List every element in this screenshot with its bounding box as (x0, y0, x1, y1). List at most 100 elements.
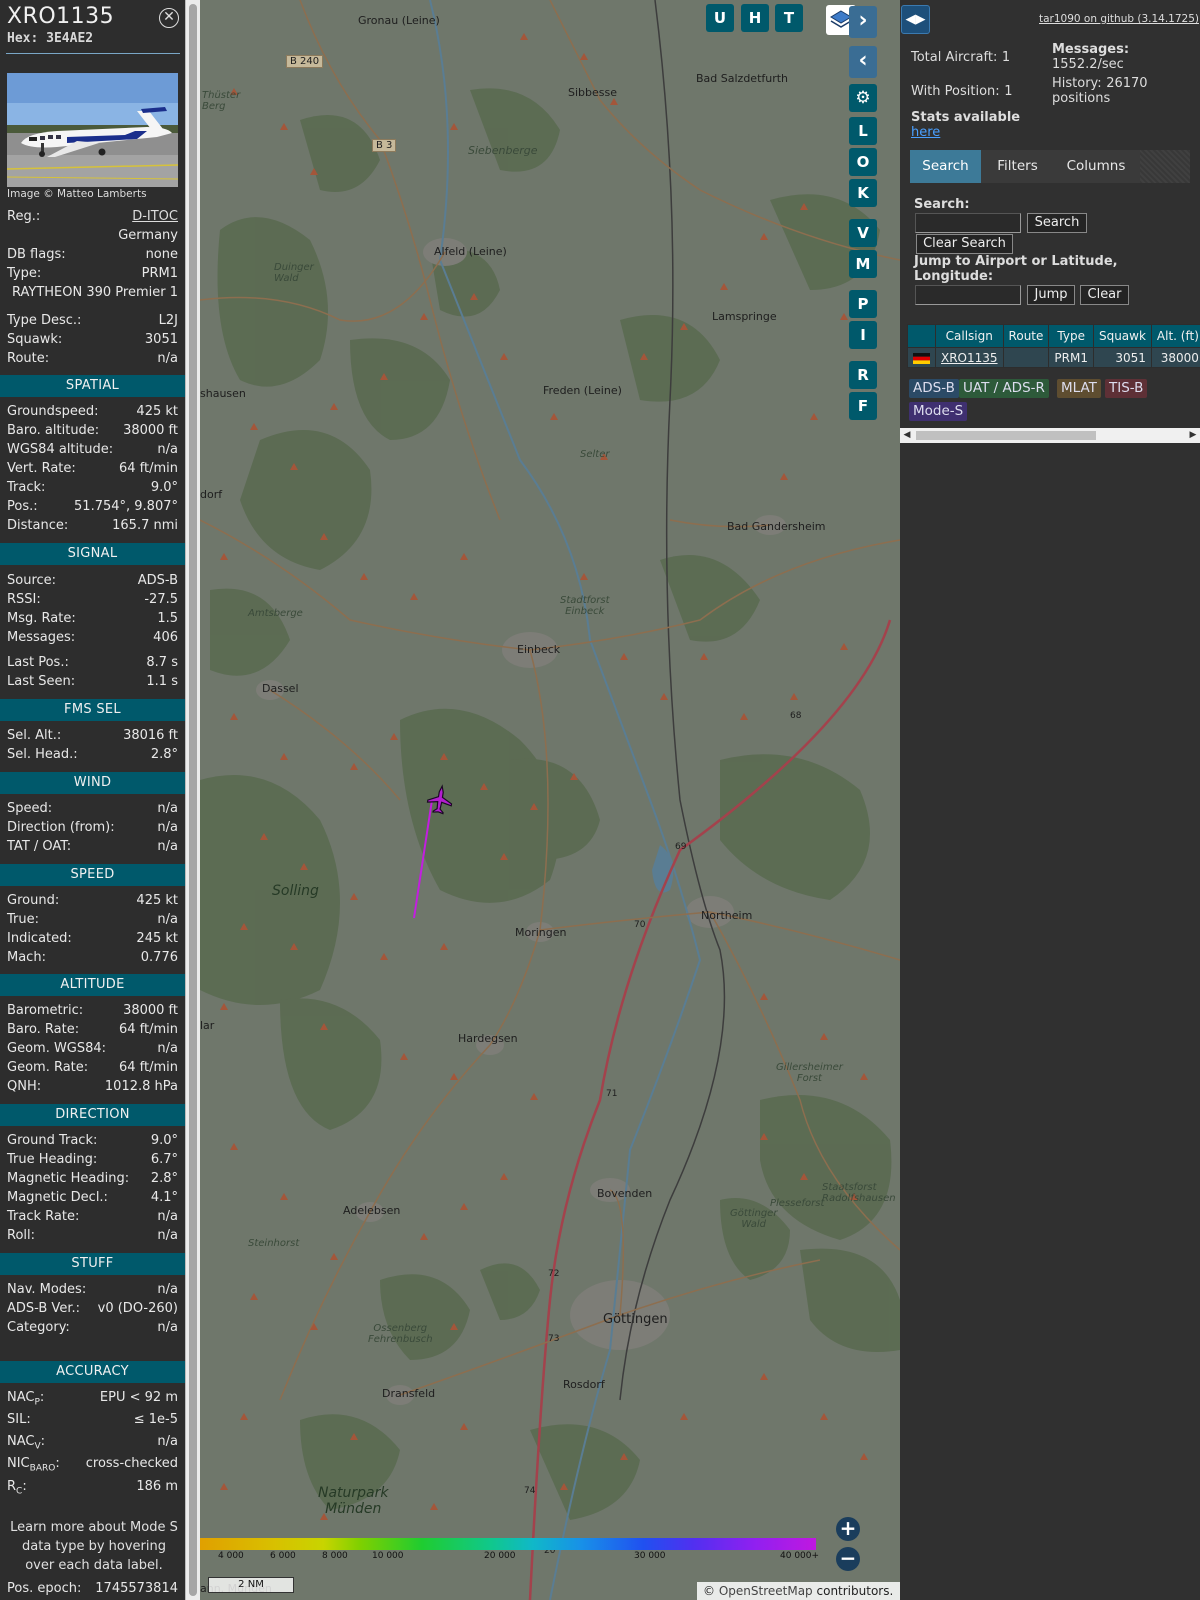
toggle-width-icon[interactable]: ◀▶ (901, 5, 930, 34)
altitude-value: 64 ft/min (118, 1060, 178, 1075)
divider (6, 53, 180, 54)
map-button-v[interactable]: V (849, 219, 877, 247)
column-header-type[interactable]: Type (1048, 324, 1094, 348)
map[interactable]: Gronau (Leine) Bad Salzdetfurth Sibbesse… (200, 0, 900, 1600)
direction-row: Magnetic Heading: 2.8° (7, 1170, 178, 1188)
speed-label: Indicated: (7, 931, 72, 946)
jump-button[interactable]: Jump (1027, 285, 1075, 305)
cell-altitude: 38000 (1150, 347, 1200, 368)
expand-sidebar-button[interactable]: › (849, 6, 877, 38)
place-label: Ossenberg Fehrenbusch (368, 1323, 433, 1345)
altitude-tick: 40 000+ (780, 1551, 820, 1561)
horizontal-scrollbar[interactable]: ◀ ▶ (900, 428, 1200, 443)
direction-row: Ground Track: 9.0° (7, 1132, 178, 1150)
road-label: 74 (524, 1486, 536, 1496)
direction-value: 6.7° (150, 1152, 178, 1167)
collapse-sidebar-button[interactable]: ‹ (849, 46, 877, 78)
scroll-right-icon[interactable]: ▶ (1186, 428, 1200, 443)
altitude-row: Barometric: 38000 ft (7, 1002, 178, 1020)
place-label: Dassel (262, 682, 299, 695)
place-label: Freden (Leine) (543, 384, 622, 397)
map-button-r[interactable]: R (849, 361, 877, 389)
search-input[interactable] (915, 213, 1021, 233)
tab-filters[interactable]: Filters (983, 150, 1052, 183)
spatial-row: Vert. Rate: 64 ft/min (7, 460, 178, 478)
section-header-direction: DIRECTION (0, 1104, 185, 1126)
stuff-label: ADS-B Ver.: (7, 1301, 80, 1316)
osm-link[interactable]: OpenStreetMap (719, 1584, 813, 1598)
tab-columns[interactable]: Columns (1054, 150, 1138, 183)
info-panel-scrollbar[interactable] (185, 0, 200, 1600)
speed-value: 0.776 (140, 950, 178, 965)
cell-squawk: 3051 (1092, 347, 1152, 368)
jump-input[interactable] (915, 285, 1021, 305)
altitude-tick: 4 000 (218, 1551, 244, 1561)
column-header[interactable] (907, 324, 936, 348)
speed-row: Indicated: 245 kt (7, 930, 178, 948)
altitude-value: 64 ft/min (118, 1022, 178, 1037)
direction-label: Magnetic Decl.: (7, 1190, 108, 1205)
cell-callsign[interactable]: XRO1135 (935, 347, 1004, 368)
map-button-t[interactable]: T (775, 4, 803, 32)
direction-row: Magnetic Decl.: 4.1° (7, 1189, 178, 1207)
place-label: Einbeck (517, 643, 561, 656)
aircraft-photo[interactable] (7, 73, 178, 187)
map-button-u[interactable]: U (706, 4, 734, 32)
clear-button[interactable]: Clear (1080, 285, 1129, 305)
stats-link[interactable]: here (911, 125, 940, 140)
registration-link[interactable]: D-ITOC (132, 209, 178, 224)
table-row[interactable]: XRO1135 PRM1 3051 38000 (907, 347, 1200, 368)
direction-label: Roll: (7, 1228, 36, 1243)
altitude-value: 1012.8 hPa (104, 1079, 178, 1094)
road-label: 69 (675, 842, 687, 852)
signal-label: RSSI: (7, 592, 41, 607)
altitude-label: Barometric: (7, 1003, 84, 1018)
map-button-i[interactable]: I (849, 321, 877, 349)
direction-row: True Heading: 6.7° (7, 1151, 178, 1169)
rc-row: RC: 186 m (7, 1479, 178, 1497)
map-button-o[interactable]: O (849, 148, 877, 176)
altitude-tick: 6 000 (270, 1551, 296, 1561)
place-label: Bovenden (597, 1187, 653, 1200)
map-button-h[interactable]: H (741, 4, 769, 32)
tab-search[interactable]: Search (910, 150, 981, 183)
zoom-out-button[interactable]: − (836, 1547, 860, 1571)
road-label: 68 (790, 711, 802, 721)
section-header-accuracy: ACCURACY (0, 1361, 185, 1383)
legend-tisb: TIS-B (1105, 379, 1148, 398)
aircraft-table: Callsign Route Type Squawk Alt. (ft) Sp … (907, 324, 1200, 368)
zoom-in-button[interactable]: + (836, 1517, 860, 1541)
map-button-l[interactable]: L (849, 117, 877, 145)
clear-search-button[interactable]: Clear Search (916, 234, 1013, 254)
column-header-altitude[interactable]: Alt. (ft) (1150, 324, 1200, 348)
fms-label: Sel. Alt.: (7, 728, 62, 743)
altitude-color-legend (200, 1538, 816, 1550)
scroll-left-icon[interactable]: ◀ (900, 428, 914, 443)
place-label: Bad Gandersheim (727, 520, 826, 533)
column-header-callsign[interactable]: Callsign (935, 324, 1004, 348)
map-button-f[interactable]: F (849, 392, 877, 420)
signal-value: ADS-B (137, 573, 178, 588)
map-button-m[interactable]: M (849, 250, 877, 278)
place-label: Solling (272, 883, 319, 899)
osm-attribution: © OpenStreetMap contributors. (697, 1582, 900, 1600)
spatial-label: Vert. Rate: (7, 461, 76, 476)
column-header-route[interactable]: Route (1002, 324, 1050, 348)
signal-row: RSSI: -27.5 (7, 591, 178, 609)
map-button-p[interactable]: P (849, 290, 877, 318)
settings-icon[interactable]: ⚙ (849, 84, 877, 112)
search-button[interactable]: Search (1027, 213, 1087, 233)
scroll-thumb[interactable] (916, 431, 1096, 440)
place-label: dorf (200, 488, 223, 501)
spatial-label: Distance: (7, 518, 69, 533)
wind-value: n/a (157, 801, 178, 816)
direction-row: Roll: n/a (7, 1227, 178, 1245)
messages-rate: Messages: 1552.2/sec (1052, 42, 1130, 72)
column-header-squawk[interactable]: Squawk (1092, 324, 1152, 348)
spatial-row: Track: 9.0° (7, 479, 178, 497)
map-button-k[interactable]: K (849, 179, 877, 207)
github-link[interactable]: tar1090 on github (3.14.1725) (1039, 13, 1199, 25)
close-icon[interactable]: ✕ (159, 8, 179, 28)
spatial-value: 9.0° (150, 480, 178, 495)
place-label: shausen (200, 387, 246, 400)
